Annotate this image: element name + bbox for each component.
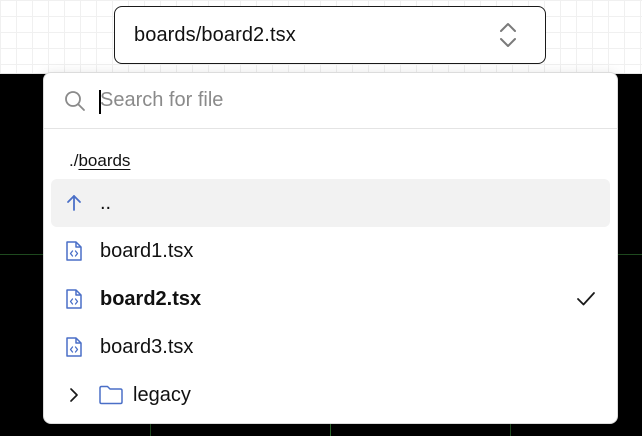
- folder-icon: [99, 385, 123, 405]
- list-item-label: board2.tsx: [100, 287, 202, 310]
- list-item-label: board3.tsx: [100, 335, 194, 358]
- list-item-board3[interactable]: board3.tsx: [51, 323, 610, 371]
- list-item-label: board1.tsx: [100, 239, 194, 262]
- file-list: .. board1.tsx board2.tsx board3.tsx lega…: [44, 179, 617, 419]
- list-item-folder-legacy[interactable]: legacy: [51, 371, 610, 419]
- search-icon: [65, 90, 85, 111]
- selected-file-value: boards/board2.tsx: [134, 23, 296, 46]
- file-selector[interactable]: boards/board2.tsx: [114, 6, 546, 64]
- text-caret: [99, 90, 101, 114]
- list-item-board1[interactable]: board1.tsx: [51, 227, 610, 275]
- list-item-label: ..: [100, 191, 112, 214]
- breadcrumb: ./boards: [44, 129, 617, 179]
- search-input[interactable]: [100, 89, 570, 112]
- list-item-parent-dir[interactable]: ..: [51, 179, 610, 227]
- arrow-up-icon: [67, 195, 81, 211]
- breadcrumb-dir-link[interactable]: boards: [78, 151, 130, 171]
- file-dropdown: ./boards .. board1.tsx: [43, 72, 618, 424]
- file-code-icon: [66, 289, 82, 309]
- file-code-icon: [66, 241, 82, 261]
- breadcrumb-prefix: ./: [69, 151, 79, 170]
- chevron-up-down-icon: [500, 23, 516, 47]
- file-code-icon: [66, 337, 82, 357]
- list-item-board2[interactable]: board2.tsx: [51, 275, 610, 323]
- chevron-right-icon[interactable]: [68, 387, 80, 403]
- search-row: [44, 73, 617, 129]
- list-item-label: legacy: [133, 383, 191, 406]
- check-icon: [577, 292, 595, 306]
